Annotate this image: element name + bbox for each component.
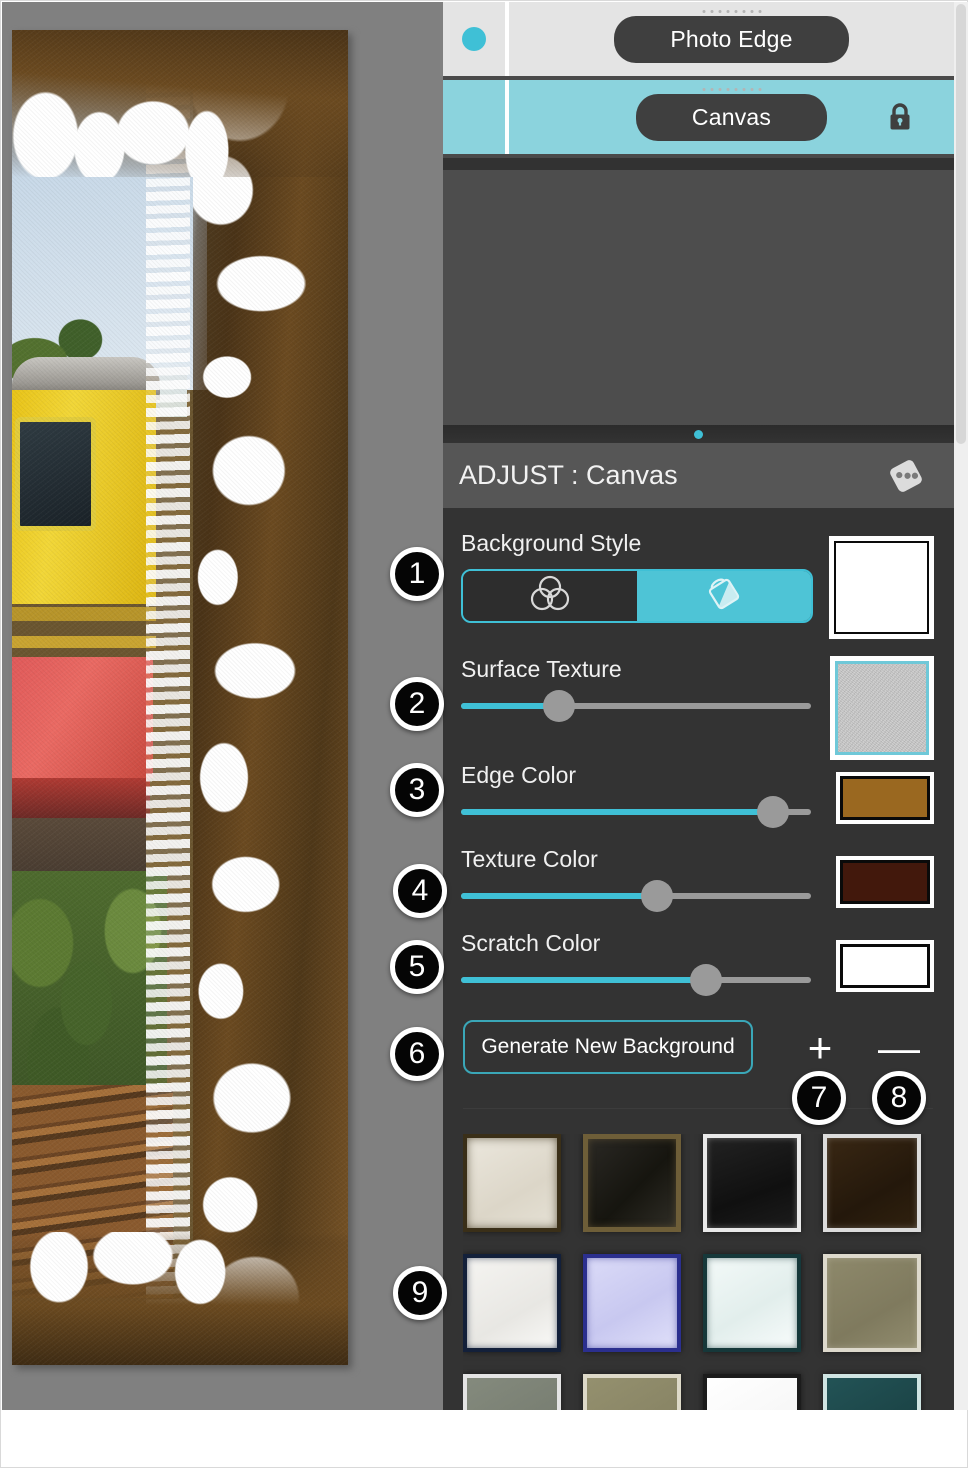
texture-color-swatch[interactable] <box>836 856 934 908</box>
thumbnail-lavender[interactable] <box>583 1254 681 1352</box>
texture-color-control: Texture Color <box>461 846 936 912</box>
adjust-header: ADJUST : Canvas <box>443 443 954 508</box>
generate-new-background-button[interactable]: Generate New Background <box>463 1020 753 1074</box>
background-style-label: Background Style <box>461 530 642 556</box>
texture-color-slider[interactable] <box>461 880 811 912</box>
background-style-control: Background Style <box>461 530 936 639</box>
panel-handle-dot-icon <box>694 429 703 439</box>
layer-drag-handle-icon-canvas[interactable] <box>702 88 761 91</box>
edge-color-swatch[interactable] <box>836 772 934 824</box>
scratch-color-swatch[interactable] <box>836 940 934 992</box>
thumbnail-olive-light[interactable] <box>583 1374 681 1410</box>
background-style-option-texture[interactable] <box>637 571 811 621</box>
callout-badge-2: 2 <box>390 677 444 731</box>
thumbnail-grey-green[interactable] <box>463 1374 561 1410</box>
callout-badge-1: 1 <box>390 547 444 601</box>
surface-texture-swatch[interactable] <box>830 656 934 760</box>
adjust-controls: Background Style Surface Texture Edge Co… <box>443 508 954 1410</box>
edge-color-knob[interactable] <box>756 796 789 828</box>
scratch-color-control: Scratch Color <box>461 930 936 996</box>
layer-main-canvas[interactable]: Canvas <box>509 80 954 154</box>
dice-icon[interactable] <box>884 454 928 498</box>
thumbnail-dark-charcoal-olive[interactable] <box>583 1134 681 1232</box>
surface-texture-knob[interactable] <box>543 690 575 722</box>
callout-badge-7: 7 <box>792 1071 846 1125</box>
thumbnail-row <box>463 1374 933 1410</box>
surface-texture-control: Surface Texture <box>461 656 936 760</box>
layer-visibility-gutter[interactable] <box>443 2 509 76</box>
scratch-color-knob[interactable] <box>690 964 722 996</box>
callout-badge-8: 8 <box>872 1071 926 1125</box>
layer-main-photo-edge[interactable]: Photo Edge <box>509 2 954 76</box>
panel-scrollbar-thumb[interactable] <box>956 4 966 444</box>
thumbnail-row <box>463 1134 933 1232</box>
texture-color-fill <box>461 893 657 899</box>
photo-preview[interactable] <box>12 30 348 1365</box>
edge-color-slider[interactable] <box>461 796 811 828</box>
callout-badge-4: 4 <box>393 864 447 918</box>
layers-list: Photo Edge Canvas <box>443 2 954 443</box>
layers-empty-area <box>443 170 954 425</box>
thumbnail-row <box>463 1254 933 1352</box>
edge-color-fill <box>461 809 773 815</box>
thumbnail-bright-white[interactable] <box>703 1374 801 1410</box>
venn-circles-icon <box>529 575 571 618</box>
lock-icon[interactable] <box>888 102 912 132</box>
photo-film-grain <box>12 30 348 1365</box>
thumbnail-black-grunge[interactable] <box>703 1134 801 1232</box>
add-background-button[interactable]: + <box>796 1026 844 1070</box>
layer-name-photo-edge[interactable]: Photo Edge <box>614 15 849 63</box>
background-thumbnail-grid[interactable] <box>463 1134 933 1410</box>
controls-divider <box>463 1108 933 1109</box>
background-style-option-gradient[interactable] <box>463 571 637 621</box>
thumbnail-dark-brown[interactable] <box>823 1134 921 1232</box>
edge-color-control: Edge Color <box>461 762 936 828</box>
texture-color-knob[interactable] <box>641 880 673 912</box>
scratch-color-slider[interactable] <box>461 964 811 996</box>
remove-background-button[interactable]: — <box>875 1026 923 1070</box>
callout-badge-5: 5 <box>390 940 444 994</box>
background-color-swatch[interactable] <box>829 536 934 639</box>
surface-texture-slider[interactable] <box>461 690 811 722</box>
callout-badge-3: 3 <box>390 763 444 817</box>
thumbnail-olive-khaki[interactable] <box>823 1254 921 1352</box>
background-style-toggle-group[interactable] <box>461 569 813 623</box>
app-window: Photo Edge Canvas ADJUST: Canvas Backgr… <box>0 0 968 1468</box>
panel-scrollbar[interactable] <box>954 2 968 1410</box>
thumbnail-teal-dark[interactable] <box>823 1374 921 1410</box>
adjust-title: ADJUST : Canvas <box>459 460 678 490</box>
canvas-workspace[interactable] <box>2 2 443 1410</box>
paint-bucket-icon <box>704 575 744 618</box>
layer-drag-handle-icon[interactable] <box>702 10 761 13</box>
layer-row-photo-edge[interactable]: Photo Edge <box>443 2 954 80</box>
right-panel: Photo Edge Canvas ADJUST: Canvas Backgr… <box>443 2 968 1410</box>
layer-row-canvas[interactable]: Canvas <box>443 80 954 158</box>
layer-active-dot-icon <box>462 27 486 51</box>
callout-badge-6: 6 <box>390 1027 444 1081</box>
callout-badge-9: 9 <box>393 1266 447 1320</box>
scratch-color-fill <box>461 977 706 983</box>
panel-resize-handle[interactable] <box>443 425 954 443</box>
layer-name-canvas[interactable]: Canvas <box>635 93 828 141</box>
thumbnail-white-parchment[interactable] <box>463 1134 561 1232</box>
layer-visibility-gutter-canvas[interactable] <box>443 80 509 154</box>
thumbnail-off-white[interactable] <box>463 1254 561 1352</box>
thumbnail-pale-teal[interactable] <box>703 1254 801 1352</box>
